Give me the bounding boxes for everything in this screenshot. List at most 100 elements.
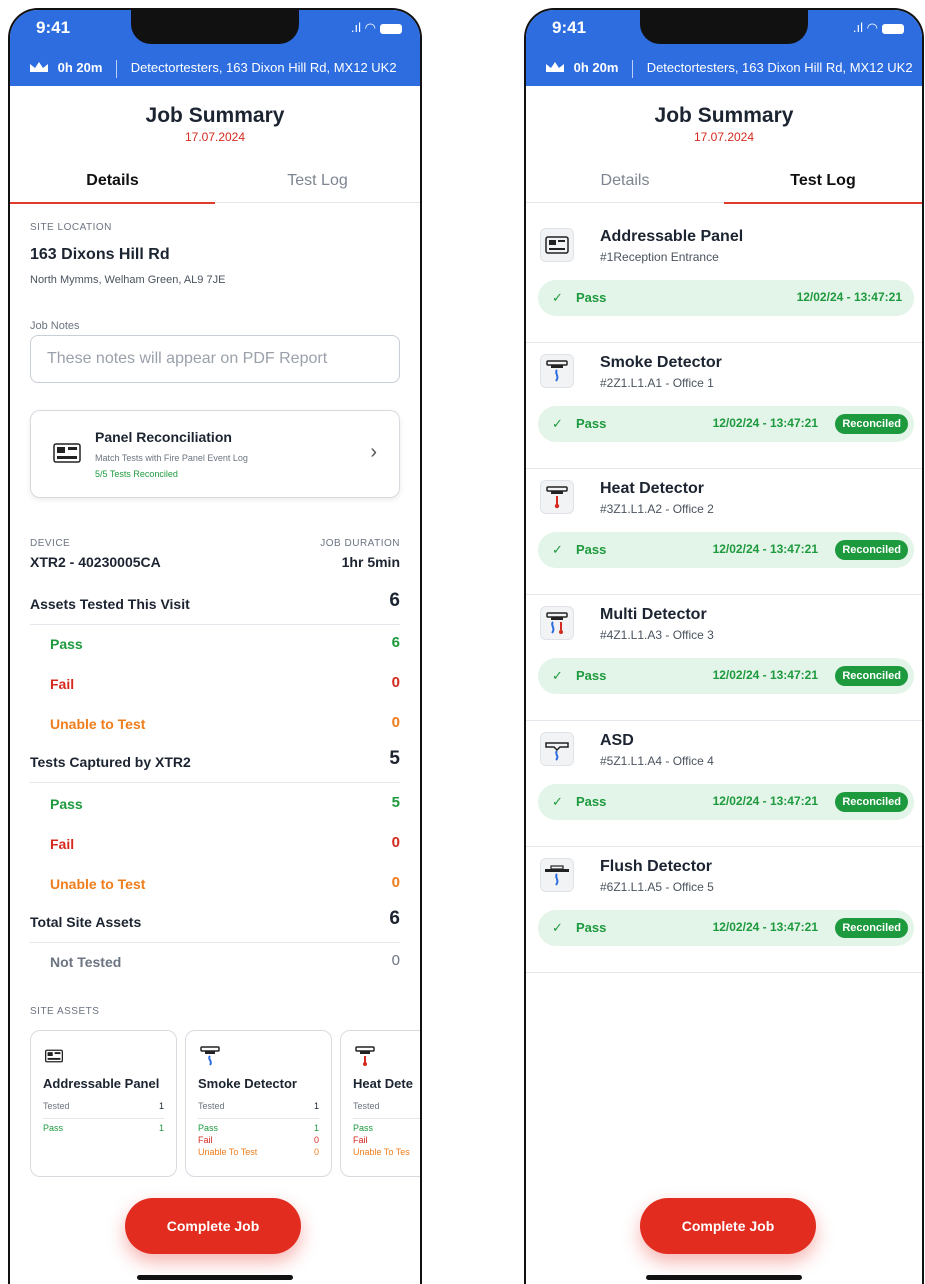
test-result-bar: ✓ Pass 12/02/24 - 13:47:21 Reconciled bbox=[538, 784, 914, 820]
tab-details[interactable]: Details bbox=[10, 172, 215, 190]
complete-job-button[interactable]: Complete Job bbox=[640, 1198, 816, 1254]
test-item-name: Heat Detector bbox=[600, 480, 705, 497]
job-notes-placeholder: These notes will appear on PDF Report bbox=[47, 350, 328, 367]
asset-pass-label: Pass bbox=[353, 1123, 374, 1133]
site-asset-card[interactable]: Smoke Detector Tested 1 Pass 1 Fail 0 Un… bbox=[185, 1030, 332, 1177]
test-log-item[interactable]: Heat Detector #3Z1.L1.A2 - Office 2 ✓ Pass 1… bbox=[526, 468, 922, 595]
test-log-item[interactable]: Flush Detector #6Z1.L1.A5 - Office 5 ✓ Pass… bbox=[526, 846, 922, 973]
stat-assets-unable: Unable to Test 0 bbox=[30, 706, 400, 744]
stat-not-tested: Not Tested 0 bbox=[30, 944, 400, 982]
stat-value: 0 bbox=[391, 674, 400, 691]
asset-pass-label: Pass bbox=[198, 1123, 219, 1133]
test-item-location: #5Z1.L1.A4 - Office 4 bbox=[600, 754, 714, 768]
tab-test-log[interactable]: Test Log bbox=[724, 172, 922, 190]
test-item-name: ASD bbox=[600, 732, 634, 749]
test-log-item[interactable]: Smoke Detector #2Z1.L1.A1 - Office 1 ✓ Pass… bbox=[526, 342, 922, 469]
phone-details-screen: 9:41 .ıl ◠ 0h 20m Detectortesters, 163 D… bbox=[8, 8, 422, 1284]
test-log-item[interactable]: Addressable Panel #1Reception Entrance ✓ Pa… bbox=[526, 216, 922, 343]
tab-bar: Details Test Log bbox=[10, 164, 420, 204]
system-icons: .ıl ◠ bbox=[853, 20, 904, 36]
stat-label: Fail bbox=[50, 676, 75, 692]
job-duration-label: JOB DURATION bbox=[320, 538, 400, 549]
stat-value: 5 bbox=[391, 794, 400, 811]
site-area: North Mymms, Welham Green, AL9 7JE bbox=[30, 274, 226, 286]
device-value: XTR2 - 40230005CA bbox=[30, 554, 161, 570]
test-timestamp: 12/02/24 - 13:47:21 bbox=[712, 668, 818, 682]
reconciled-badge: Reconciled bbox=[835, 792, 908, 812]
page-title: Job Summary bbox=[145, 104, 285, 127]
signal-icon: .ıl bbox=[350, 20, 362, 35]
job-address: Detectortesters, 163 Dixon Hill Rd, MX12… bbox=[130, 60, 397, 75]
test-log-item[interactable]: Multi Detector #4Z1.L1.A3 - Office 3 ✓ Pass… bbox=[526, 594, 922, 721]
stat-total-site-assets: Total Site Assets 6 bbox=[30, 904, 400, 943]
page-title: Job Summary bbox=[654, 104, 794, 127]
wifi-icon: ◠ bbox=[364, 20, 376, 35]
flush-detector-icon bbox=[540, 858, 574, 892]
job-notes-field[interactable]: These notes will appear on PDF Report bbox=[30, 335, 400, 383]
status-bar: 9:41 .ıl ◠ bbox=[526, 10, 922, 50]
stat-label: Tests Captured by XTR2 bbox=[30, 754, 191, 770]
site-location-label: SITE LOCATION bbox=[30, 222, 112, 233]
tab-details[interactable]: Details bbox=[526, 172, 724, 190]
system-icons: .ıl ◠ bbox=[351, 20, 402, 36]
panel-reconciliation-subtitle: Match Tests with Fire Panel Event Log bbox=[95, 453, 248, 463]
test-result-bar: ✓ Pass 12/02/24 - 13:47:21 Reconciled bbox=[538, 910, 914, 946]
test-timestamp: 12/02/24 - 13:47:21 bbox=[712, 542, 818, 556]
job-timer-banner[interactable]: 0h 20m Detectortesters, 163 Dixon Hill R… bbox=[10, 50, 420, 86]
crown-icon bbox=[30, 62, 48, 72]
test-result-bar: ✓ Pass 12/02/24 - 13:47:21 Reconciled bbox=[538, 406, 914, 442]
stat-value: 0 bbox=[391, 952, 400, 969]
stat-label: Fail bbox=[50, 836, 75, 852]
status-time: 9:41 bbox=[552, 18, 587, 37]
job-timer-banner[interactable]: 0h 20m Detectortesters, 163 Dixon Hill R… bbox=[526, 50, 922, 86]
phone-test-log-screen: 9:41 .ıl ◠ 0h 20m Detectortesters, 163 D… bbox=[524, 8, 924, 1284]
test-log-item[interactable]: ASD #5Z1.L1.A4 - Office 4 ✓ Pass 12/02/24 - … bbox=[526, 720, 922, 847]
check-icon: ✓ bbox=[552, 416, 563, 431]
stat-tests-pass: Pass 5 bbox=[30, 786, 400, 824]
panel-reconciliation-title: Panel Reconciliation bbox=[95, 429, 232, 445]
stat-assets-fail: Fail 0 bbox=[30, 666, 400, 704]
check-icon: ✓ bbox=[552, 794, 563, 809]
asset-unable-count: 0 bbox=[313, 1147, 319, 1157]
device-label: DEVICE bbox=[30, 538, 71, 549]
stat-label: Total Site Assets bbox=[30, 914, 142, 930]
crown-icon bbox=[546, 62, 564, 72]
job-elapsed: 0h 20m bbox=[573, 60, 619, 75]
panel-reconciliation-card[interactable]: Panel Reconciliation Match Tests with Fi… bbox=[30, 410, 400, 498]
asd-icon bbox=[540, 732, 574, 766]
asset-tested-label: Tested bbox=[198, 1101, 225, 1111]
asset-unable-label: Unable To Tes bbox=[353, 1147, 410, 1157]
panel-icon bbox=[53, 443, 81, 463]
wifi-icon: ◠ bbox=[866, 20, 878, 35]
check-icon: ✓ bbox=[552, 290, 563, 305]
stat-label: Assets Tested This Visit bbox=[30, 596, 190, 612]
reconciled-badge: Reconciled bbox=[835, 666, 908, 686]
asset-tested-count: 1 bbox=[313, 1101, 319, 1111]
test-result-bar: ✓ Pass 12/02/24 - 13:47:21 Reconciled bbox=[538, 532, 914, 568]
tab-test-log[interactable]: Test Log bbox=[215, 172, 420, 190]
status-bar: 9:41 .ıl ◠ bbox=[10, 10, 420, 50]
complete-job-button[interactable]: Complete Job bbox=[125, 1198, 301, 1254]
test-result: Pass bbox=[576, 668, 607, 683]
page-date: 17.07.2024 bbox=[184, 130, 246, 144]
test-item-name: Addressable Panel bbox=[600, 228, 744, 245]
test-item-name: Multi Detector bbox=[600, 606, 707, 623]
asset-tested-label: Tested bbox=[353, 1101, 380, 1111]
stat-value: 6 bbox=[391, 634, 400, 651]
test-item-location: #4Z1.L1.A3 - Office 3 bbox=[600, 628, 714, 642]
site-asset-card[interactable]: Addressable Panel Tested 1 Pass 1 bbox=[30, 1030, 177, 1177]
asset-tested-label: Tested bbox=[43, 1101, 70, 1111]
site-assets-label: SITE ASSETS bbox=[30, 1006, 100, 1017]
stat-tests-captured: Tests Captured by XTR2 5 bbox=[30, 744, 400, 783]
banner-divider bbox=[632, 59, 634, 78]
home-indicator bbox=[646, 1275, 802, 1280]
site-asset-card[interactable]: Heat Dete Tested Pass Fail Unable To Tes bbox=[340, 1030, 420, 1177]
device-notch bbox=[131, 10, 299, 44]
check-icon: ✓ bbox=[552, 920, 563, 935]
stat-tests-unable: Unable to Test 0 bbox=[30, 866, 400, 904]
asset-divider bbox=[353, 1118, 420, 1119]
check-icon: ✓ bbox=[552, 668, 563, 683]
heat-detector-icon bbox=[540, 480, 574, 514]
check-icon: ✓ bbox=[552, 542, 563, 557]
stat-value: 6 bbox=[389, 908, 400, 929]
